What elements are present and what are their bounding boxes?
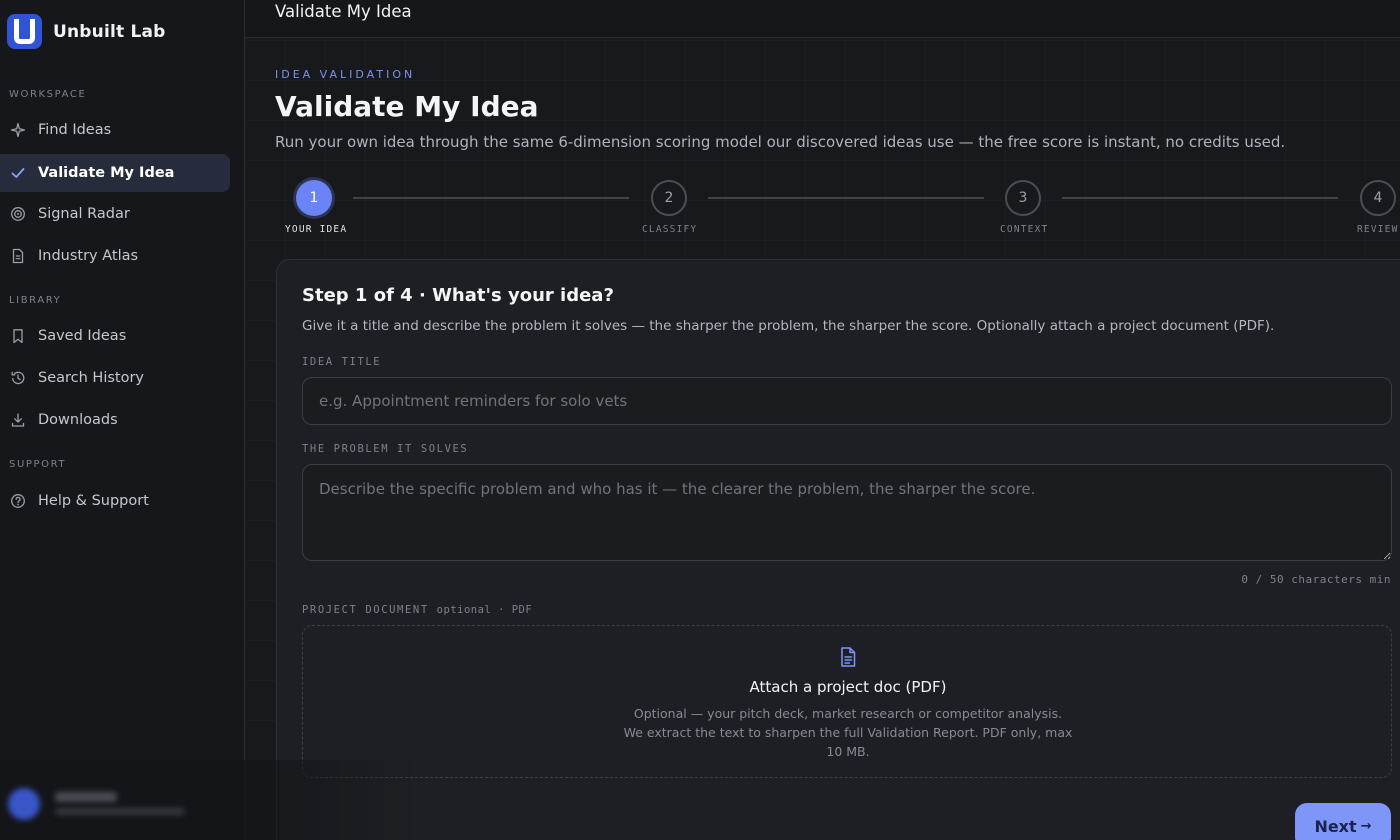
character-counter: 0 / 50 characters min [1241, 573, 1391, 586]
sidebar-item-label: Saved Ideas [38, 328, 127, 344]
history-icon [10, 370, 26, 386]
sidebar-item-label: Help & Support [38, 493, 149, 509]
idea-form-card: Step 1 of 4 · What's your idea? Give it … [276, 259, 1400, 840]
step-1-circle[interactable]: 1 [296, 180, 332, 216]
dropzone-description: Optional — your pitch deck, market resea… [623, 706, 1073, 759]
idea-title-input[interactable] [302, 377, 1392, 425]
section-label-workspace: WORKSPACE [9, 89, 87, 100]
topbar: Validate My Idea [245, 0, 1400, 38]
user-name-redacted [55, 792, 117, 802]
user-email-redacted [55, 808, 185, 815]
stepper-connector [1062, 197, 1338, 199]
dropzone-title: Attach a project doc (PDF) [749, 678, 947, 696]
idea-title-label: IDEA TITLE [302, 356, 382, 368]
section-label-library: LIBRARY [9, 295, 62, 306]
problem-label: THE PROBLEM IT SOLVES [302, 443, 469, 455]
sidebar-item-label: Find Ideas [38, 122, 112, 138]
project-document-label: PROJECT DOCUMENT optional · PDF [302, 604, 532, 616]
help-icon [10, 493, 26, 509]
sidebar-item-label: Downloads [38, 412, 118, 428]
bookmark-icon [10, 328, 26, 344]
file-icon [841, 647, 856, 667]
sidebar-item-label: Industry Atlas [38, 248, 139, 264]
form-subtitle: Give it a title and describe the problem… [302, 318, 1275, 334]
section-label-support: SUPPORT [9, 459, 67, 470]
sidebar-item-label: Search History [38, 370, 145, 386]
next-button-label: Next [1314, 816, 1357, 836]
radar-icon [10, 206, 26, 222]
topbar-title: Validate My Idea [275, 2, 412, 21]
step-3-circle[interactable]: 3 [1005, 180, 1041, 216]
page-subtitle: Run your own idea through the same 6-dim… [275, 133, 1286, 151]
sidebar: Unbuilt Lab WORKSPACE Find Ideas Validat… [0, 0, 245, 840]
sparkle-icon [10, 122, 26, 138]
document-icon [10, 248, 26, 264]
stepper-connector [708, 197, 984, 199]
form-title: Step 1 of 4 · What's your idea? [302, 285, 614, 306]
next-button[interactable]: Next → [1295, 803, 1391, 840]
brand-name: Unbuilt Lab [53, 21, 166, 42]
main-content: Validate My Idea IDEA VALIDATION Validat… [245, 0, 1400, 840]
sidebar-item-find-ideas[interactable]: Find Ideas [0, 111, 230, 149]
sidebar-item-saved-ideas[interactable]: Saved Ideas [0, 317, 230, 355]
sidebar-item-label: Validate My Idea [38, 165, 175, 181]
step-1-label: YOUR IDEA [285, 224, 348, 235]
step-3-label: CONTEXT [1000, 224, 1049, 235]
app-window: Unbuilt Lab WORKSPACE Find Ideas Validat… [0, 0, 1400, 840]
page-eyebrow: IDEA VALIDATION [275, 68, 416, 81]
step-2-label: CLASSIFY [642, 224, 698, 235]
step-2-circle[interactable]: 2 [651, 180, 687, 216]
check-icon [10, 165, 26, 181]
sidebar-item-downloads[interactable]: Downloads [0, 401, 230, 439]
pdf-dropzone[interactable]: Attach a project doc (PDF) Optional — yo… [302, 625, 1392, 778]
sidebar-item-search-history[interactable]: Search History [0, 359, 230, 397]
brand[interactable]: Unbuilt Lab [7, 14, 166, 49]
sidebar-item-signal-radar[interactable]: Signal Radar [0, 195, 230, 233]
page-title: Validate My Idea [275, 90, 539, 123]
step-4-circle[interactable]: 4 [1360, 180, 1396, 216]
arrow-right-icon: → [1360, 818, 1372, 834]
sidebar-item-help-support[interactable]: Help & Support [0, 482, 230, 520]
step-4-label: REVIEW [1357, 224, 1399, 235]
project-document-label-text: PROJECT DOCUMENT [302, 604, 429, 616]
brand-logo-icon [7, 14, 42, 49]
problem-textarea[interactable] [302, 464, 1392, 561]
avatar[interactable] [8, 788, 40, 820]
sidebar-item-validate-my-idea[interactable]: Validate My Idea [0, 154, 230, 192]
project-document-optional: optional · PDF [436, 604, 533, 616]
sidebar-item-label: Signal Radar [38, 206, 130, 222]
stepper-connector [353, 197, 629, 199]
download-icon [10, 412, 26, 428]
sidebar-item-industry-atlas[interactable]: Industry Atlas [0, 237, 230, 275]
